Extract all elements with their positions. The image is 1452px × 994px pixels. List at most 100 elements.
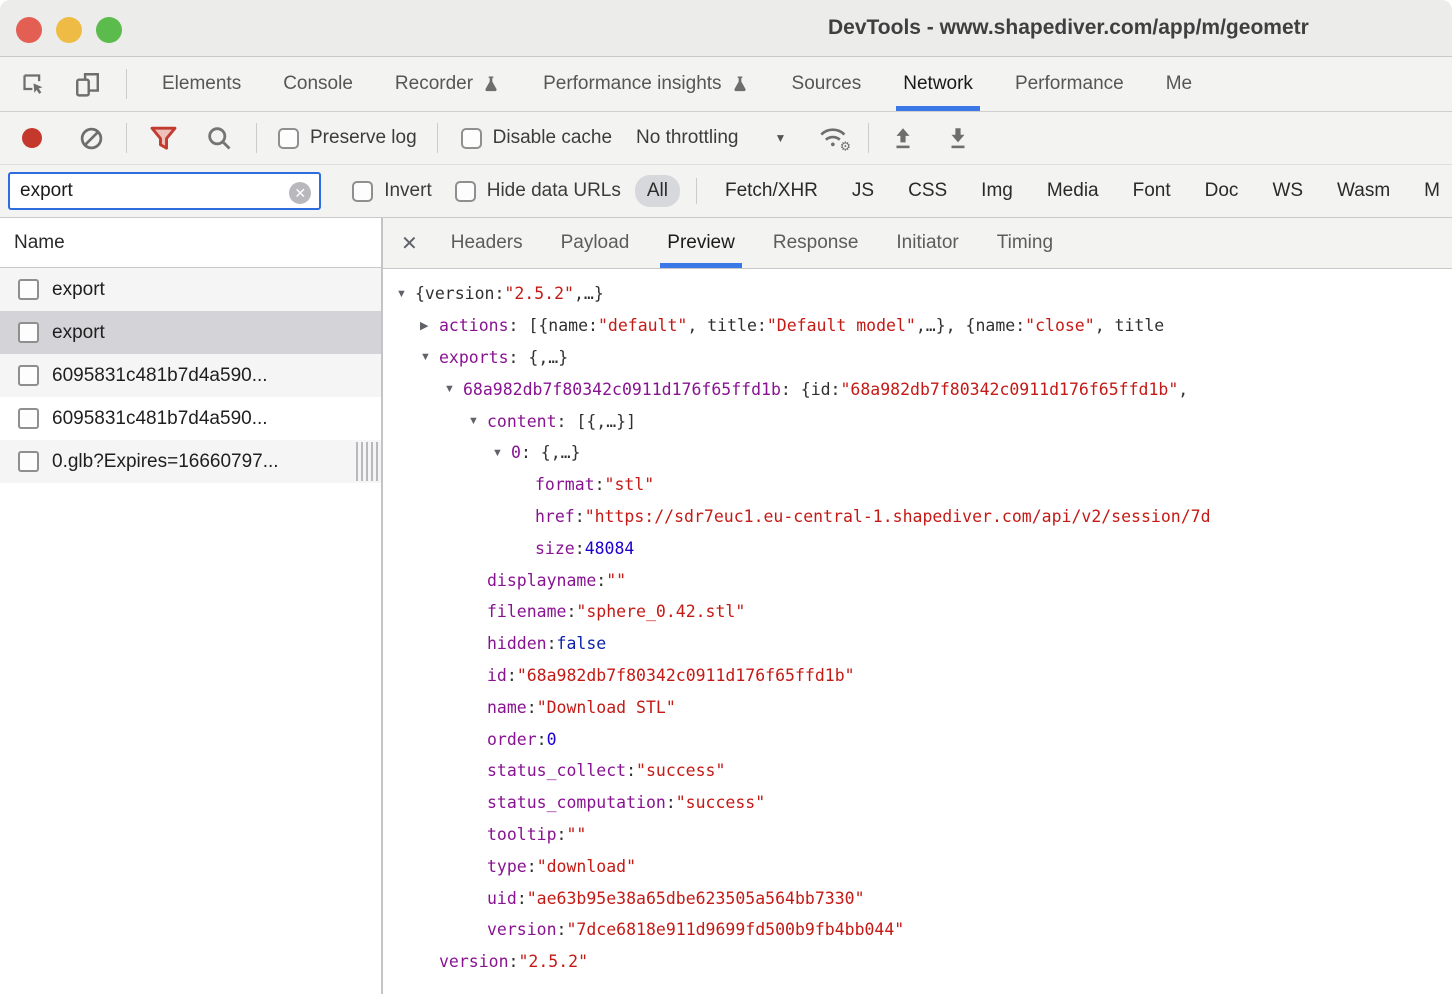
request-checkbox[interactable] xyxy=(18,451,39,472)
request-checkbox[interactable] xyxy=(18,408,39,429)
request-checkbox[interactable] xyxy=(18,322,39,343)
hide-data-urls-checkbox[interactable] xyxy=(455,181,476,202)
filter-type-ws[interactable]: WS xyxy=(1260,175,1315,207)
filter-type-media[interactable]: Media xyxy=(1035,175,1111,207)
tab-sources[interactable]: Sources xyxy=(771,57,883,111)
filter-input-wrap: ✕ xyxy=(8,172,321,210)
record-network-log-button[interactable] xyxy=(20,126,44,150)
json-tree-line[interactable]: size: 48084 xyxy=(383,532,1452,564)
json-key: type xyxy=(487,857,527,876)
expand-arrow-right-icon[interactable]: ▶ xyxy=(420,319,439,332)
expand-arrow-down-icon[interactable]: ▼ xyxy=(444,383,463,395)
device-toolbar-icon[interactable] xyxy=(73,70,102,99)
tab-performance[interactable]: Performance xyxy=(994,57,1145,111)
throttling-dropdown[interactable]: No throttling ▼ xyxy=(636,127,786,149)
disable-cache-toggle[interactable]: Disable cache xyxy=(461,127,612,149)
json-string: "68a982db7f80342c0911d176f65ffd1b" xyxy=(841,380,1179,399)
filter-type-all[interactable]: All xyxy=(635,175,680,207)
detail-tab-timing[interactable]: Timing xyxy=(978,218,1072,268)
minimize-window-button[interactable] xyxy=(56,17,82,43)
detail-tab-payload[interactable]: Payload xyxy=(542,218,649,268)
json-tree-line[interactable]: version: "7dce6818e911d9699fd500b9fb4bb0… xyxy=(383,914,1452,946)
json-tree-line[interactable]: ▶actions: [{name: "default", title: "Def… xyxy=(383,310,1452,342)
filter-type-font[interactable]: Font xyxy=(1121,175,1183,207)
invert-checkbox[interactable] xyxy=(352,181,373,202)
export-har-icon[interactable] xyxy=(945,125,971,151)
json-key: version xyxy=(439,952,509,971)
disable-cache-checkbox[interactable] xyxy=(461,128,482,149)
table-row[interactable]: 6095831c481b7d4a590... xyxy=(0,397,381,440)
json-tree-line[interactable]: hidden: false xyxy=(383,628,1452,660)
svg-text:⚙: ⚙ xyxy=(840,140,851,153)
invert-toggle[interactable]: Invert xyxy=(352,180,432,202)
json-tree-line[interactable]: status_computation: "success" xyxy=(383,787,1452,819)
json-tree-line[interactable]: ▼{version: "2.5.2",…} xyxy=(383,278,1452,310)
filter-type-wasm[interactable]: Wasm xyxy=(1325,175,1402,207)
filter-icon[interactable] xyxy=(149,125,178,152)
detail-tab-initiator[interactable]: Initiator xyxy=(877,218,977,268)
import-har-icon[interactable] xyxy=(890,125,916,151)
json-tree-line[interactable]: id: "68a982db7f80342c0911d176f65ffd1b" xyxy=(383,660,1452,692)
json-tree-line[interactable]: ▼68a982db7f80342c0911d176f65ffd1b: {id: … xyxy=(383,373,1452,405)
expand-arrow-down-icon[interactable]: ▼ xyxy=(492,447,511,459)
json-tree-line[interactable]: tooltip: "" xyxy=(383,819,1452,851)
json-tree-line[interactable]: order: 0 xyxy=(383,723,1452,755)
detail-tab-preview[interactable]: Preview xyxy=(648,218,754,268)
window-titlebar: DevTools - www.shapediver.com/app/m/geom… xyxy=(0,0,1452,57)
json-tree-line[interactable]: ▼0: {,…} xyxy=(383,437,1452,469)
expand-arrow-down-icon[interactable]: ▼ xyxy=(420,351,439,363)
json-tree-line[interactable]: format: "stl" xyxy=(383,469,1452,501)
table-row[interactable]: 0.glb?Expires=16660797... xyxy=(0,440,381,483)
filter-type-fetch-xhr[interactable]: Fetch/XHR xyxy=(713,175,830,207)
close-window-button[interactable] xyxy=(16,17,42,43)
close-icon[interactable]: ✕ xyxy=(401,231,418,256)
json-string: "7dce6818e911d9699fd500b9fb4bb044" xyxy=(566,920,904,939)
filter-type-doc[interactable]: Doc xyxy=(1193,175,1251,207)
search-icon[interactable] xyxy=(205,124,233,152)
json-tree-line[interactable]: uid: "ae63b95e38a65dbe623505a564bb7330" xyxy=(383,882,1452,914)
tab-recorder[interactable]: Recorder xyxy=(374,57,522,111)
tab-elements[interactable]: Elements xyxy=(141,57,262,111)
detail-tab-response[interactable]: Response xyxy=(754,218,878,268)
requests-list-header[interactable]: Name xyxy=(0,218,381,268)
filter-type-img[interactable]: Img xyxy=(969,175,1025,207)
filter-type-css[interactable]: CSS xyxy=(896,175,959,207)
zoom-window-button[interactable] xyxy=(96,17,122,43)
json-tree-line[interactable]: version: "2.5.2" xyxy=(383,946,1452,978)
scrollbar[interactable] xyxy=(356,442,378,481)
request-checkbox[interactable] xyxy=(18,279,39,300)
tab-me[interactable]: Me xyxy=(1145,57,1213,111)
preserve-log-toggle[interactable]: Preserve log xyxy=(278,127,417,149)
json-tree-line[interactable]: name: "Download STL" xyxy=(383,691,1452,723)
json-plain: : xyxy=(596,571,606,590)
request-checkbox[interactable] xyxy=(18,365,39,386)
pill-separator xyxy=(696,178,697,204)
json-string: "sphere_0.42.stl" xyxy=(576,602,745,621)
tab-network[interactable]: Network xyxy=(882,57,994,111)
table-row[interactable]: export xyxy=(0,268,381,311)
network-conditions-icon[interactable]: ⚙ xyxy=(816,123,852,153)
table-row[interactable]: export xyxy=(0,311,381,354)
inspect-element-icon[interactable] xyxy=(20,71,47,98)
hide-data-urls-toggle[interactable]: Hide data URLs xyxy=(455,180,621,202)
filter-type-js[interactable]: JS xyxy=(840,175,886,207)
filter-input[interactable] xyxy=(20,180,300,202)
table-row[interactable]: 6095831c481b7d4a590... xyxy=(0,354,381,397)
json-tree-line[interactable]: ▼exports: {,…} xyxy=(383,342,1452,374)
json-plain: : xyxy=(527,698,537,717)
expand-arrow-down-icon[interactable]: ▼ xyxy=(468,415,487,427)
filter-type-m[interactable]: M xyxy=(1412,175,1452,207)
json-tree-line[interactable]: filename: "sphere_0.42.stl" xyxy=(383,596,1452,628)
json-tree-line[interactable]: href: "https://sdr7euc1.eu-central-1.sha… xyxy=(383,501,1452,533)
json-tree-line[interactable]: displayname: "" xyxy=(383,564,1452,596)
json-tree-line[interactable]: ▼content: [{,…}] xyxy=(383,405,1452,437)
clear-filter-icon[interactable]: ✕ xyxy=(289,182,311,204)
clear-network-log-button[interactable] xyxy=(79,126,104,151)
tab-console[interactable]: Console xyxy=(262,57,374,111)
expand-arrow-down-icon[interactable]: ▼ xyxy=(396,288,415,300)
preserve-log-checkbox[interactable] xyxy=(278,128,299,149)
json-tree-line[interactable]: status_collect: "success" xyxy=(383,755,1452,787)
detail-tab-headers[interactable]: Headers xyxy=(432,218,542,268)
json-tree-line[interactable]: type: "download" xyxy=(383,850,1452,882)
tab-performance-insights[interactable]: Performance insights xyxy=(522,57,770,111)
